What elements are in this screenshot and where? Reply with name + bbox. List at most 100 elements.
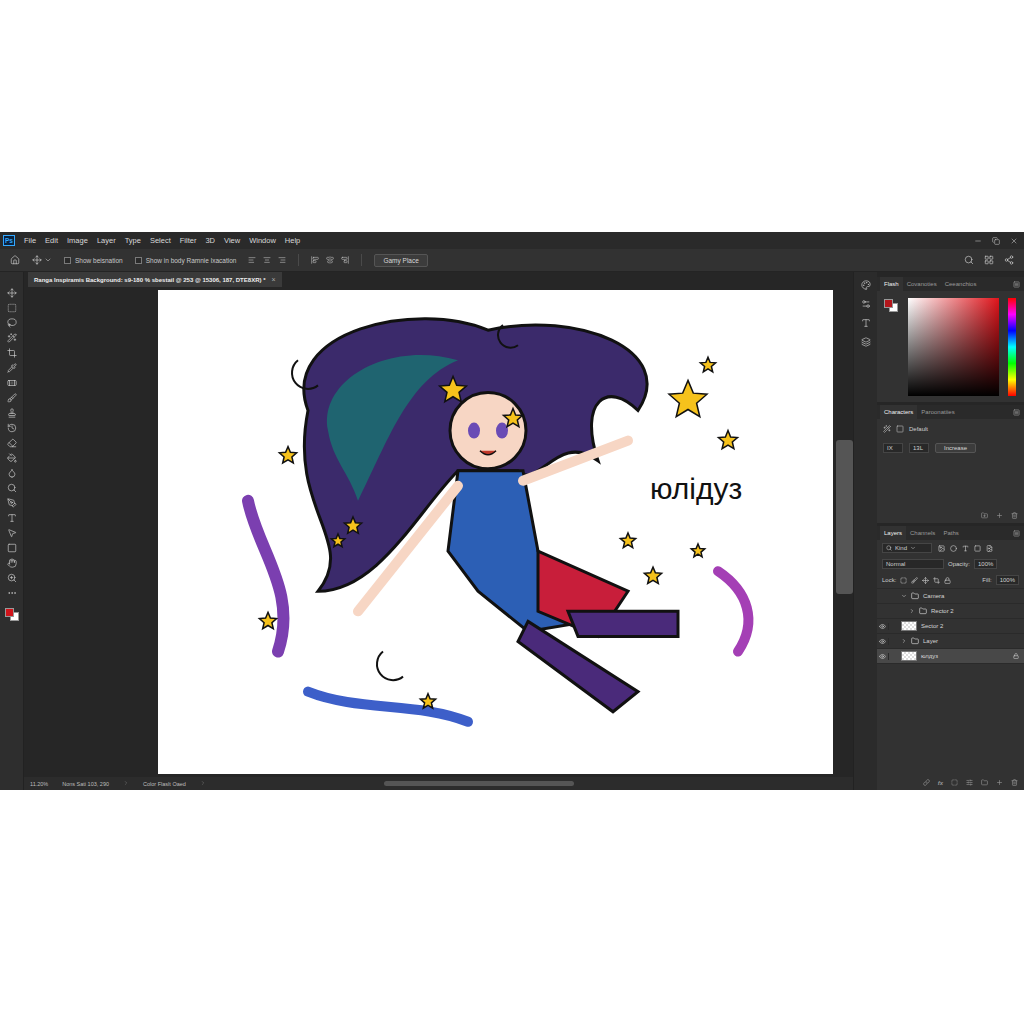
move-icon[interactable] bbox=[7, 288, 17, 298]
crop-icon[interactable] bbox=[7, 348, 17, 358]
stamp-icon[interactable] bbox=[7, 408, 17, 418]
lock-all-icon[interactable] bbox=[944, 577, 951, 584]
checkbox[interactable] bbox=[135, 257, 142, 264]
lock-pixels-icon[interactable] bbox=[911, 577, 918, 584]
shape-filter-icon[interactable] bbox=[974, 545, 981, 552]
layer-name[interactable]: Rector 2 bbox=[931, 608, 1019, 614]
character-field[interactable]: 13L bbox=[909, 443, 929, 453]
align-left-icon[interactable] bbox=[248, 256, 256, 264]
trash-icon[interactable] bbox=[1011, 512, 1018, 519]
hue-slider[interactable] bbox=[1008, 298, 1016, 396]
menu-item[interactable]: File bbox=[24, 236, 36, 245]
panel-tab[interactable]: Paths bbox=[939, 526, 962, 540]
layer-row[interactable]: Rector 2 bbox=[877, 604, 1024, 619]
adjustment-filter-icon[interactable] bbox=[950, 545, 957, 552]
zoom-level[interactable]: 11.20% bbox=[30, 781, 48, 787]
panel-tab[interactable]: Flash bbox=[880, 277, 903, 291]
trash-icon[interactable] bbox=[1011, 779, 1018, 786]
panel-menu-icon[interactable] bbox=[1013, 530, 1020, 537]
vertical-scrollbar[interactable] bbox=[836, 290, 853, 774]
zoom-icon[interactable] bbox=[7, 573, 17, 583]
color-swatches[interactable] bbox=[883, 298, 899, 314]
search-icon[interactable] bbox=[964, 255, 974, 265]
panel-tab[interactable]: Characters bbox=[880, 405, 917, 419]
group-icon[interactable] bbox=[981, 779, 988, 786]
color-swatches[interactable] bbox=[4, 607, 20, 621]
chevron-right-icon[interactable] bbox=[200, 780, 206, 786]
layer-filter[interactable]: Kind bbox=[882, 543, 932, 553]
menu-item[interactable]: Layer bbox=[97, 236, 116, 245]
layer-row[interactable]: юлдуз bbox=[877, 649, 1024, 664]
fx-button[interactable]: fx bbox=[938, 780, 943, 786]
menu-item[interactable]: Help bbox=[285, 236, 300, 245]
home-icon[interactable] bbox=[10, 255, 20, 265]
align-bottom-icon[interactable] bbox=[341, 256, 349, 264]
link-icon[interactable] bbox=[923, 779, 930, 786]
foreground-swatch[interactable] bbox=[884, 299, 893, 308]
blend-mode[interactable]: Normal bbox=[882, 559, 944, 569]
panel-menu-icon[interactable] bbox=[1013, 409, 1020, 416]
layer-row[interactable]: Layer bbox=[877, 634, 1024, 649]
layer-name[interactable]: Sector 2 bbox=[921, 623, 1019, 629]
expanded-chevron-icon[interactable] bbox=[901, 593, 907, 599]
marquee-icon[interactable] bbox=[7, 303, 17, 313]
panel-tab[interactable]: Channels bbox=[906, 526, 939, 540]
align-right-icon[interactable] bbox=[278, 256, 286, 264]
panel-tab[interactable]: Layers bbox=[880, 526, 906, 540]
option-checkbox[interactable]: Show in body Ramnie lxacation bbox=[135, 257, 237, 264]
lock-transparency-icon[interactable] bbox=[900, 577, 907, 584]
share-icon[interactable] bbox=[1004, 255, 1014, 265]
scroll-thumb[interactable] bbox=[836, 440, 853, 594]
new-icon[interactable] bbox=[996, 512, 1003, 519]
type-icon[interactable] bbox=[7, 513, 17, 523]
palette-icon[interactable] bbox=[861, 280, 871, 290]
menu-item[interactable]: Select bbox=[150, 236, 171, 245]
foreground-swatch[interactable] bbox=[5, 608, 14, 617]
magic-wand-icon[interactable] bbox=[7, 333, 17, 343]
character-field[interactable]: IX bbox=[883, 443, 903, 453]
align-top-icon[interactable] bbox=[311, 256, 319, 264]
new-layer-icon[interactable] bbox=[996, 779, 1003, 786]
blur-icon[interactable] bbox=[7, 468, 17, 478]
minimize-icon[interactable] bbox=[974, 237, 982, 245]
brush-icon[interactable] bbox=[7, 393, 17, 403]
layer-name[interactable]: Camera bbox=[923, 593, 1019, 599]
collapsed-chevron-icon[interactable] bbox=[909, 608, 915, 614]
bucket-icon[interactable] bbox=[7, 453, 17, 463]
menu-item[interactable]: Image bbox=[67, 236, 88, 245]
menu-item[interactable]: Type bbox=[125, 236, 141, 245]
lock-position-icon[interactable] bbox=[922, 577, 929, 584]
preset-box-icon[interactable] bbox=[896, 425, 904, 433]
type-filter-icon[interactable] bbox=[962, 545, 969, 552]
option-checkbox[interactable]: Show beisnation bbox=[64, 257, 123, 264]
option-button[interactable]: Gamy Place bbox=[374, 254, 427, 267]
pen-icon[interactable] bbox=[7, 498, 17, 508]
menu-item[interactable]: Edit bbox=[45, 236, 58, 245]
character-icon[interactable] bbox=[861, 318, 871, 328]
more-icon[interactable] bbox=[7, 588, 17, 598]
increase-button[interactable]: Increase bbox=[935, 443, 976, 453]
menu-item[interactable]: View bbox=[224, 236, 240, 245]
panel-tab[interactable]: Ceeanchios bbox=[941, 277, 981, 291]
smart-filter-icon[interactable] bbox=[986, 545, 993, 552]
eye-icon[interactable] bbox=[879, 653, 886, 660]
menu-item[interactable]: Filter bbox=[180, 236, 197, 245]
align-center-icon[interactable] bbox=[263, 256, 271, 264]
tab-close[interactable]: × bbox=[271, 276, 275, 283]
new-group-icon[interactable] bbox=[981, 512, 988, 519]
collapsed-chevron-icon[interactable] bbox=[901, 638, 907, 644]
rectangle-icon[interactable] bbox=[7, 543, 17, 553]
panel-menu-icon[interactable] bbox=[1013, 281, 1020, 288]
align-middle-icon[interactable] bbox=[326, 256, 334, 264]
layer-row[interactable]: Camera bbox=[877, 589, 1024, 604]
adjustment-icon[interactable] bbox=[966, 779, 973, 786]
preset-icon[interactable] bbox=[883, 425, 891, 433]
adjust-icon[interactable] bbox=[861, 299, 871, 309]
eyedropper-icon[interactable] bbox=[7, 363, 17, 373]
chevron-down-icon[interactable] bbox=[44, 256, 52, 264]
canvas-text[interactable]: юлідуз bbox=[650, 472, 742, 506]
layer-name[interactable]: юлдуз bbox=[921, 653, 1009, 659]
horizontal-scroll-thumb[interactable] bbox=[384, 781, 574, 786]
history-brush-icon[interactable] bbox=[7, 423, 17, 433]
eraser-icon[interactable] bbox=[7, 438, 17, 448]
